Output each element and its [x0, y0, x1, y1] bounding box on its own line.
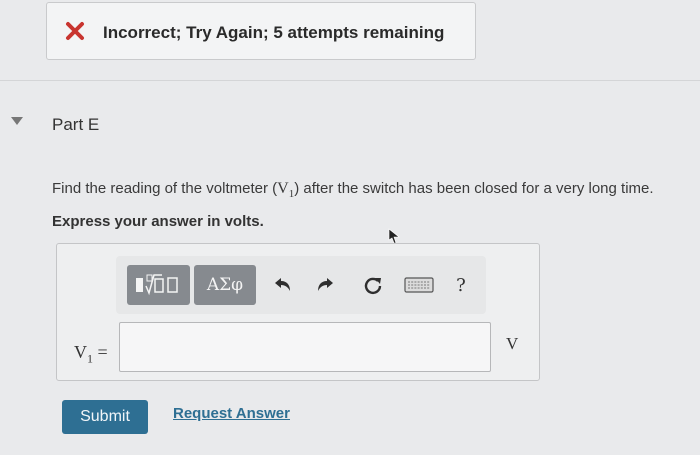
answer-instruction: Express your answer in volts. [52, 213, 264, 230]
redo-icon [318, 278, 333, 291]
feedback-message: Incorrect; Try Again; 5 attempts remaini… [103, 23, 445, 42]
prompt-text-after: ) after the switch has been closed for a… [294, 180, 654, 197]
feedback-banner: Incorrect; Try Again; 5 attempts remaini… [46, 2, 476, 60]
chevron-down-icon[interactable] [10, 116, 24, 126]
unit-label: V [506, 334, 519, 353]
divider [0, 80, 700, 81]
reset-button[interactable] [360, 270, 386, 300]
redo-button[interactable] [312, 270, 338, 300]
request-answer-link[interactable]: Request Answer [173, 405, 290, 422]
help-button[interactable]: ? [448, 270, 474, 300]
question-prompt: Find the reading of the voltmeter (V1) a… [52, 180, 654, 200]
templates-icon [135, 274, 178, 296]
mouse-cursor-icon [388, 228, 400, 244]
keyboard-icon [404, 277, 434, 293]
greek-symbols-button[interactable]: ΑΣφ [194, 265, 256, 305]
prompt-text-before: Find the reading of the voltmeter ( [52, 180, 278, 197]
keyboard-button[interactable] [402, 270, 436, 300]
x-icon [66, 22, 84, 40]
prompt-variable: V1 [277, 180, 295, 201]
templates-button[interactable] [127, 265, 190, 305]
part-title[interactable]: Part E [52, 115, 99, 135]
undo-icon [275, 278, 290, 291]
undo-button[interactable] [270, 270, 296, 300]
answer-input[interactable] [119, 322, 491, 372]
reset-icon [364, 277, 382, 295]
submit-button[interactable]: Submit [62, 400, 148, 434]
answer-variable-label: V1 = [74, 342, 108, 366]
